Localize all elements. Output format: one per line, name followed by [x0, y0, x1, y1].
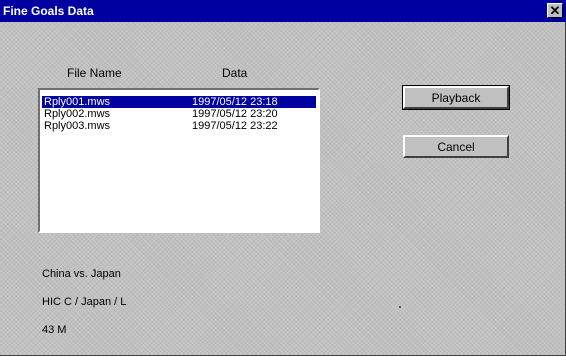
- file-name: Rply003.mws: [44, 120, 111, 132]
- file-date: 1997/05/12 23:20: [192, 108, 278, 120]
- match-teams: HIC C / Japan / L: [42, 296, 127, 308]
- cancel-button[interactable]: Cancel: [403, 135, 509, 158]
- match-time: 43 M: [42, 324, 67, 336]
- dot: [399, 306, 401, 308]
- file-name: Rply002.mws: [44, 108, 111, 120]
- file-name: Rply001.mws: [44, 96, 111, 108]
- match-title: China vs. Japan: [42, 268, 121, 280]
- playback-button[interactable]: Playback: [402, 85, 510, 110]
- list-item[interactable]: Rply003.mws 1997/05/12 23:22: [42, 120, 316, 132]
- replay-file-list[interactable]: Rply001.mws 1997/05/12 23:18 Rply002.mws…: [38, 88, 320, 233]
- data-column-header: Data: [222, 66, 248, 80]
- title-bar[interactable]: Fine Goals Data ✕: [0, 0, 566, 22]
- file-name-column-header: File Name: [67, 66, 122, 80]
- close-icon: ✕: [549, 3, 561, 18]
- close-button[interactable]: ✕: [547, 3, 563, 18]
- window-title: Fine Goals Data: [3, 4, 94, 18]
- file-date: 1997/05/12 23:22: [192, 120, 278, 132]
- list-item[interactable]: Rply001.mws 1997/05/12 23:18: [42, 96, 316, 108]
- replay-data-dialog: Fine Goals Data ✕ File Name Data Rply001…: [0, 0, 566, 356]
- file-date: 1997/05/12 23:18: [192, 96, 278, 108]
- list-item[interactable]: Rply002.mws 1997/05/12 23:20: [42, 108, 316, 120]
